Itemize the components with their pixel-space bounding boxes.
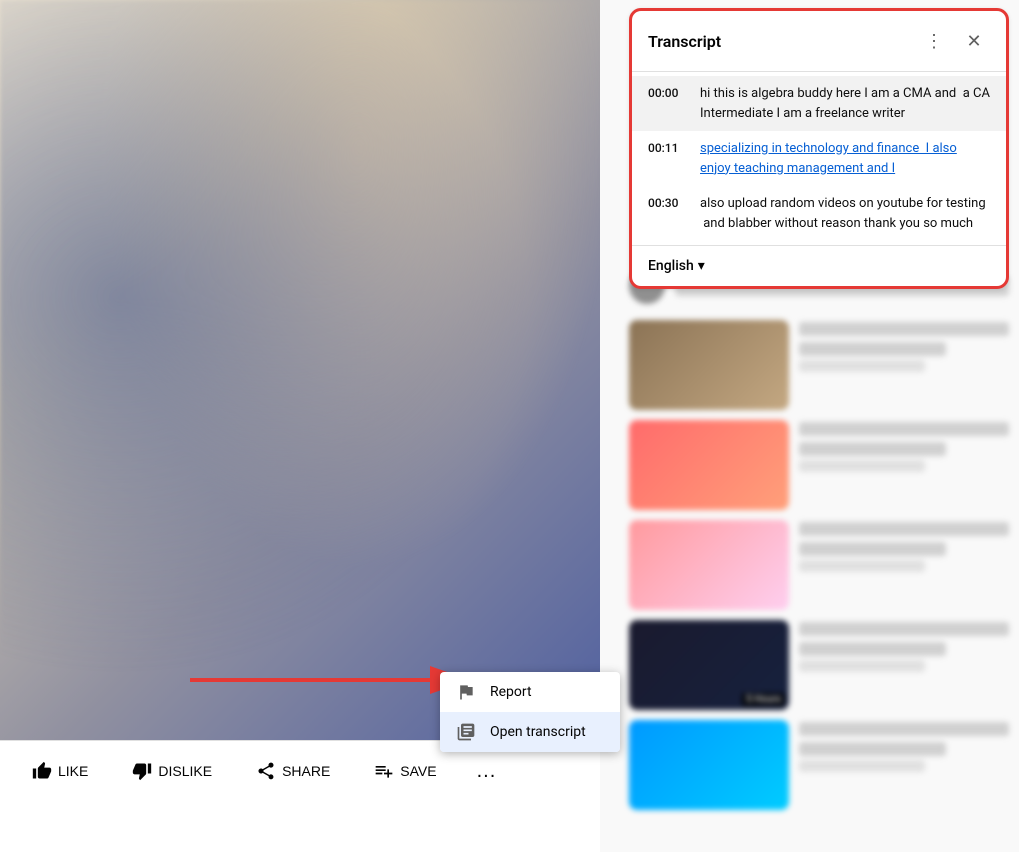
rec-thumb-wrapper-3: [629, 520, 789, 610]
rec-title-4: [799, 622, 1009, 636]
transcript-icon: [456, 722, 476, 742]
context-menu-open-transcript[interactable]: Open transcript: [440, 712, 620, 752]
language-label: English: [648, 258, 694, 274]
rec-meta-5: [799, 760, 925, 772]
rec-title-short-3: [799, 542, 946, 556]
rec-title-short-4: [799, 642, 946, 656]
sidebar-recommendations: 5 Hours: [629, 260, 1009, 852]
save-icon: [374, 761, 394, 781]
flag-icon: [456, 682, 476, 702]
transcript-text-2: also upload random videos on youtube for…: [700, 194, 990, 233]
rec-info-2: [799, 420, 1009, 510]
like-button[interactable]: LIKE: [20, 753, 100, 789]
rec-thumb-wrapper-2: [629, 420, 789, 510]
transcript-entries: 00:00 hi this is algebra buddy here I am…: [632, 72, 1006, 245]
rec-thumbnail-1: [629, 320, 789, 410]
rec-title-short-2: [799, 442, 946, 456]
dislike-button[interactable]: DISLIKE: [120, 753, 224, 789]
rec-thumb-wrapper-4: 5 Hours: [629, 620, 789, 710]
transcript-time-2: 00:30: [648, 194, 684, 233]
rec-meta-1: [799, 360, 925, 372]
rec-title-short-5: [799, 742, 946, 756]
transcript-entry-0[interactable]: 00:00 hi this is algebra buddy here I am…: [632, 76, 1006, 131]
rec-thumbnail-3: [629, 520, 789, 610]
language-selector[interactable]: English ▾: [648, 258, 705, 274]
rec-thumbnail-2: [629, 420, 789, 510]
rec-item-3[interactable]: [629, 520, 1009, 610]
transcript-text-1: specializing in technology and finance I…: [700, 139, 990, 178]
chevron-down-icon: ▾: [698, 258, 705, 274]
transcript-text-0: hi this is algebra buddy here I am a CMA…: [700, 84, 990, 123]
rec-title-2: [799, 422, 1009, 436]
transcript-more-button[interactable]: ⋮: [918, 25, 950, 57]
rec-info-1: [799, 320, 1009, 410]
rec-item-2[interactable]: [629, 420, 1009, 510]
dislike-icon: [132, 761, 152, 781]
save-label: SAVE: [400, 763, 436, 779]
duration-badge-4: 5 Hours: [742, 693, 785, 706]
open-transcript-label: Open transcript: [490, 724, 586, 740]
rec-item-1[interactable]: [629, 320, 1009, 410]
rec-title-1: [799, 322, 1009, 336]
like-label: LIKE: [58, 763, 88, 779]
rec-meta-4: [799, 660, 925, 672]
share-label: SHARE: [282, 763, 330, 779]
more-dots: ...: [477, 760, 497, 782]
context-menu-report[interactable]: Report: [440, 672, 620, 712]
transcript-time-1: 00:11: [648, 139, 684, 178]
transcript-entry-2[interactable]: 00:30 also upload random videos on youtu…: [632, 186, 1006, 241]
video-controls-bar: LIKE DISLIKE SHARE SAVE ...: [0, 740, 600, 852]
transcript-panel: Transcript ⋮ ✕ 00:00 hi this is algebra …: [629, 8, 1009, 289]
highlighted-text-1: specializing in technology and finance I…: [700, 141, 957, 176]
rec-info-4: [799, 620, 1009, 710]
transcript-entry-1[interactable]: 00:11 specializing in technology and fin…: [632, 131, 1006, 186]
report-label: Report: [490, 684, 532, 700]
share-icon: [256, 761, 276, 781]
rec-info-3: [799, 520, 1009, 610]
transcript-title: Transcript: [648, 32, 721, 51]
dislike-label: DISLIKE: [158, 763, 212, 779]
transcript-time-0: 00:00: [648, 84, 684, 123]
rec-item-4[interactable]: 5 Hours: [629, 620, 1009, 710]
transcript-header: Transcript ⋮ ✕: [632, 11, 1006, 72]
rec-info-5: [799, 720, 1009, 810]
rec-meta-3: [799, 560, 925, 572]
rec-thumbnail-5: [629, 720, 789, 810]
close-icon: ✕: [966, 31, 981, 52]
video-player[interactable]: [0, 0, 600, 740]
right-sidebar: Transcript ⋮ ✕ 00:00 hi this is algebra …: [619, 0, 1019, 852]
rec-meta-2: [799, 460, 925, 472]
rec-item-5[interactable]: [629, 720, 1009, 810]
transcript-close-button[interactable]: ✕: [958, 25, 990, 57]
share-button[interactable]: SHARE: [244, 753, 342, 789]
like-icon: [32, 761, 52, 781]
rec-thumb-wrapper-1: [629, 320, 789, 410]
context-menu: Report Open transcript: [440, 672, 620, 752]
video-content: [0, 0, 600, 740]
save-button[interactable]: SAVE: [362, 753, 448, 789]
rec-title-short-1: [799, 342, 946, 356]
rec-thumb-wrapper-5: [629, 720, 789, 810]
transcript-header-actions: ⋮ ✕: [918, 25, 990, 57]
rec-title-3: [799, 522, 1009, 536]
rec-title-5: [799, 722, 1009, 736]
transcript-footer[interactable]: English ▾: [632, 245, 1006, 286]
more-options-button[interactable]: ...: [469, 752, 505, 791]
three-dots-icon: ⋮: [925, 31, 943, 52]
